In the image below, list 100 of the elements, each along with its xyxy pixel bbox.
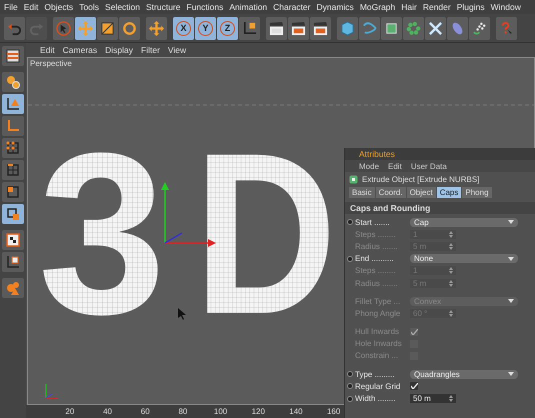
- menu-item[interactable]: Character: [272, 2, 312, 12]
- particles-icon: [472, 20, 487, 36]
- parameter-label: Radius .......: [355, 278, 399, 288]
- toolbar-button[interactable]: [310, 16, 331, 40]
- toolbar-button[interactable]: [425, 16, 446, 40]
- pointer-icon: [56, 20, 71, 36]
- menu-item[interactable]: Animation: [228, 2, 268, 12]
- mode-button[interactable]: [2, 230, 24, 250]
- tab[interactable]: Object: [406, 187, 436, 198]
- disc-icon: [450, 20, 465, 36]
- tab[interactable]: Phong: [462, 187, 492, 198]
- toolbar-button[interactable]: [239, 16, 260, 40]
- rotate-icon: [122, 20, 137, 36]
- timeline-tick: 140: [288, 407, 304, 416]
- parameter-label: Regular Grid: [355, 382, 402, 391]
- nurbs-cube-icon: [384, 20, 399, 36]
- mode-button[interactable]: [2, 138, 24, 158]
- polygons-grid-icon: [6, 185, 20, 199]
- clapperboard-icon: [269, 20, 284, 36]
- dropdown[interactable]: Cap: [410, 218, 518, 227]
- timeline-tick: 80: [177, 407, 188, 416]
- parameter-label: Steps ........: [355, 266, 396, 276]
- menu-item[interactable]: Selection: [104, 2, 141, 12]
- toolbar-button[interactable]: [469, 16, 490, 40]
- spinner-icon: [449, 310, 453, 317]
- help-icon: [499, 20, 514, 36]
- caret-icon: [508, 372, 514, 376]
- checker-icon: [6, 233, 20, 247]
- panel-title: Attributes: [345, 148, 535, 160]
- mode-button[interactable]: [2, 182, 24, 202]
- shapes-icon: [6, 281, 20, 295]
- parameter-label: Radius .......: [355, 242, 399, 251]
- mode-button[interactable]: [2, 252, 24, 272]
- toolbar-button[interactable]: [97, 16, 118, 40]
- number-field[interactable]: 50 m: [410, 394, 456, 404]
- tab[interactable]: Coord.: [376, 187, 406, 198]
- menu-item[interactable]: View: [168, 45, 186, 55]
- extrude-icon: [349, 175, 358, 184]
- toolbar-button[interactable]: [119, 16, 140, 40]
- parameter-label: Phong Angle: [355, 308, 402, 318]
- tab[interactable]: Basic: [349, 187, 375, 198]
- menu-item[interactable]: Edit: [22, 2, 40, 12]
- menu-item[interactable]: Mode: [359, 162, 380, 170]
- menu-item[interactable]: Render: [422, 2, 452, 12]
- parameter-label: End ..........: [355, 254, 395, 264]
- menu-item[interactable]: Objects: [43, 2, 74, 12]
- menu-item[interactable]: Hair: [400, 2, 418, 12]
- grid-icon: [6, 49, 20, 63]
- menu-item[interactable]: Plugins: [456, 2, 486, 12]
- menu-item[interactable]: Structure: [145, 2, 182, 12]
- menu-item[interactable]: Filter: [141, 45, 160, 55]
- object-name: Extrude Object [Extrude NURBS]: [362, 175, 480, 184]
- menu-item[interactable]: Dynamics: [316, 2, 355, 12]
- menu-item[interactable]: Functions: [186, 2, 224, 12]
- points-grid-icon: [6, 141, 20, 155]
- axis-lock-button[interactable]: Y: [195, 16, 216, 40]
- parameter-label: Start .......: [355, 218, 391, 227]
- menu-item[interactable]: Display: [105, 45, 134, 55]
- tab[interactable]: Caps: [436, 187, 462, 198]
- move-icon: [149, 20, 164, 36]
- dropdown[interactable]: Quadrangles: [410, 370, 518, 379]
- uv-grid-icon: [6, 207, 20, 221]
- dropdown[interactable]: None: [410, 254, 518, 264]
- mode-button[interactable]: [2, 94, 24, 114]
- world-axis-icon: [46, 384, 58, 398]
- toolbar-button[interactable]: [146, 16, 167, 40]
- toolbar-button[interactable]: [75, 16, 96, 40]
- axis-icon: [6, 119, 20, 133]
- parameter-label: Hull Inwards: [355, 327, 400, 336]
- spinner-icon: [449, 230, 453, 238]
- timeline-tick: 40: [102, 407, 113, 416]
- mode-button[interactable]: [2, 204, 24, 224]
- toolbar-button[interactable]: [288, 16, 309, 40]
- coordinates-icon: [242, 20, 257, 36]
- axis-lock-button[interactable]: Z: [217, 16, 238, 40]
- toolbar-button[interactable]: [381, 16, 402, 40]
- 3d-model-glyph: D: [194, 106, 337, 362]
- timeline-tick: 100: [212, 407, 228, 416]
- cursor-icon: [178, 308, 186, 320]
- mode-button[interactable]: [2, 160, 24, 180]
- timeline-tick: 60: [140, 407, 151, 416]
- menu-item[interactable]: Tools: [78, 2, 100, 12]
- timeline-tick: 120: [250, 407, 266, 416]
- axis-lock-button[interactable]: X: [173, 16, 194, 40]
- mode-button[interactable]: [2, 46, 24, 66]
- 3d-model-glyph: 3: [38, 105, 166, 362]
- cloner-icon: [406, 20, 421, 36]
- spline-icon: [362, 20, 377, 36]
- menu-item[interactable]: Cameras: [62, 45, 98, 55]
- toolbar-button[interactable]: [266, 16, 287, 40]
- menu-item[interactable]: Window: [490, 2, 522, 12]
- menu-item[interactable]: Edit: [40, 45, 55, 55]
- spinner-icon: [449, 267, 453, 274]
- parameter-label: Constrain ...: [355, 351, 400, 360]
- menu-item[interactable]: User Data: [410, 162, 447, 170]
- menu-item[interactable]: Edit: [388, 162, 402, 170]
- timeline-tick: 20: [64, 407, 76, 416]
- menu-item[interactable]: MoGraph: [358, 2, 396, 12]
- menu-item[interactable]: File: [3, 2, 19, 12]
- scale-icon: [100, 20, 115, 36]
